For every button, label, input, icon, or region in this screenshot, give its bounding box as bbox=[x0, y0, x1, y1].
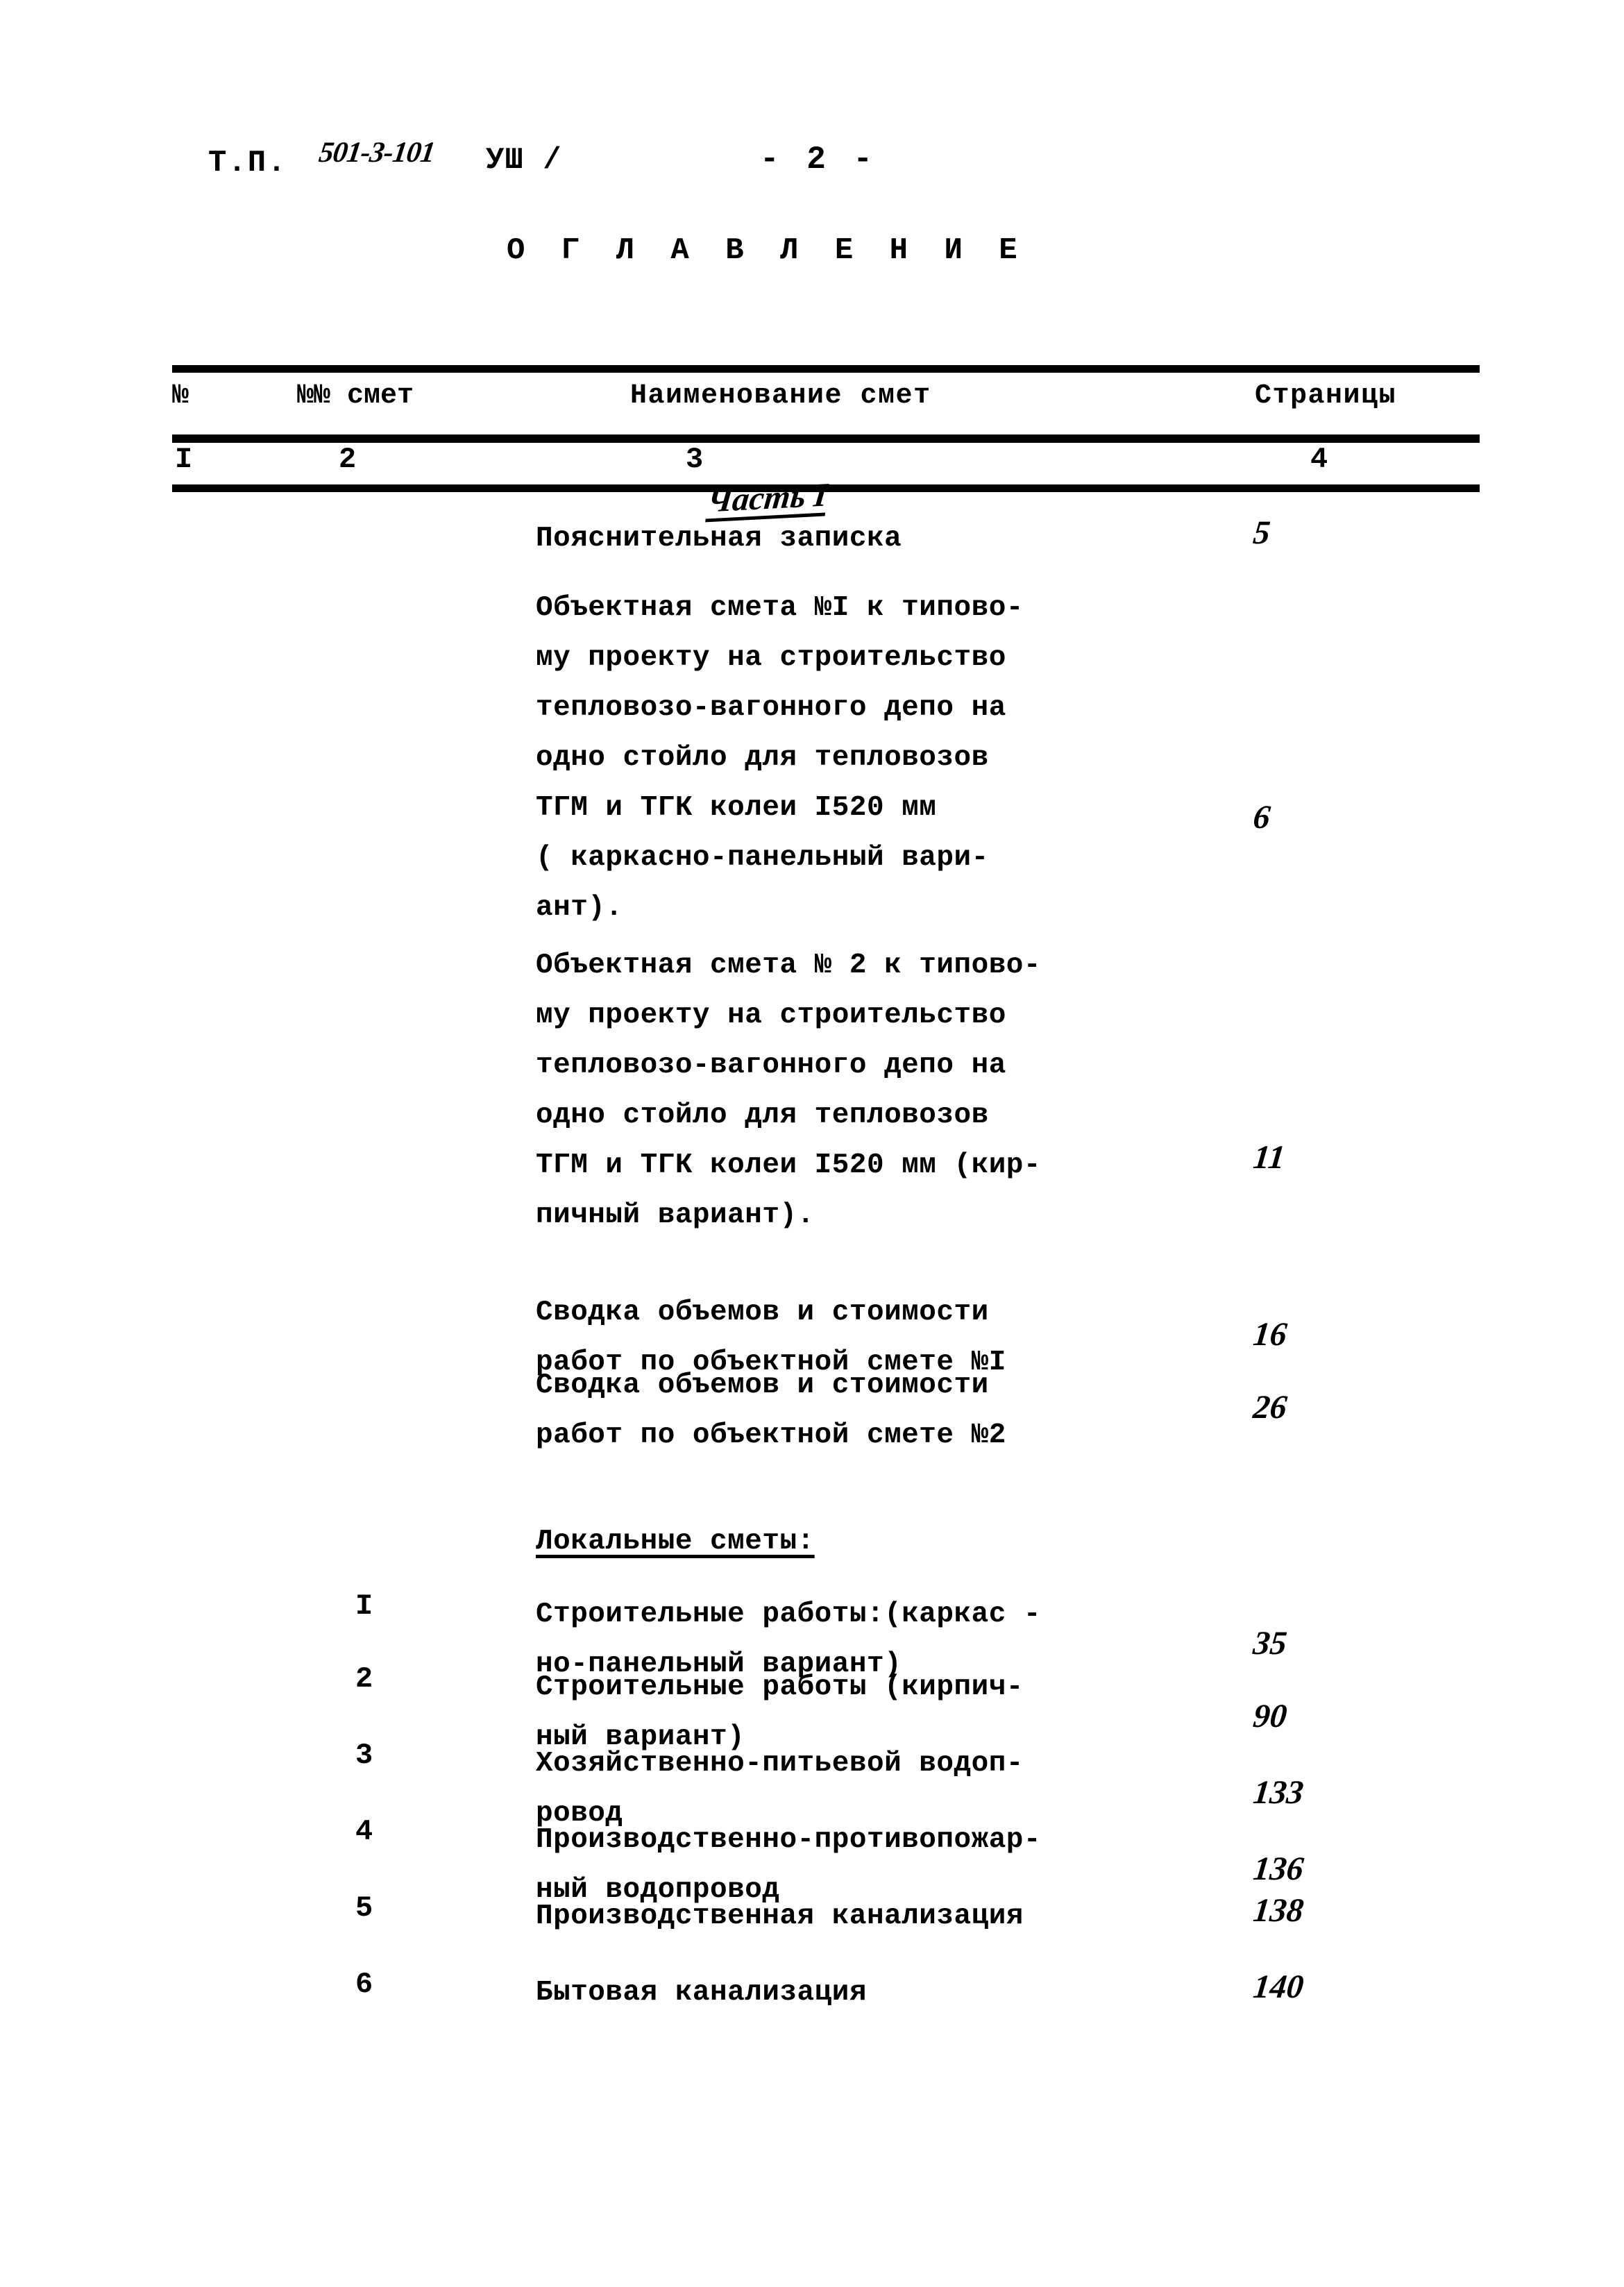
page-title: О Г Л А В Л Е Н И Е bbox=[507, 233, 1026, 268]
entry-number: 4 bbox=[355, 1815, 373, 1848]
column-header-index: № bbox=[172, 380, 189, 412]
entry-page-number: 5 bbox=[1251, 514, 1272, 551]
entry-number: 3 bbox=[355, 1739, 373, 1772]
typical-project-label: Т.П. bbox=[208, 146, 287, 180]
entry-title: Производственная канализация bbox=[536, 1900, 1024, 1932]
column-number-3: 3 bbox=[686, 443, 704, 476]
table-header-row: № №№ смет Наименование смет Страницы bbox=[172, 380, 1480, 436]
entry-page-number: 11 bbox=[1251, 1139, 1287, 1176]
entry-number: 2 bbox=[355, 1662, 373, 1696]
entry-page-number: 26 bbox=[1251, 1389, 1289, 1426]
entry-title: Объектная смета №I к типово- му проекту … bbox=[536, 592, 1024, 924]
entry-title: Бытовая канализация bbox=[536, 1977, 867, 2009]
page-number-marker: - 2 - bbox=[760, 142, 877, 178]
document-page: Т.П. 501-3-101 УШ / - 2 - О Г Л А В Л Е … bbox=[0, 0, 1624, 2287]
typical-project-code: 501-3-101 bbox=[316, 137, 437, 169]
column-header-estimate-numbers: №№ смет bbox=[297, 380, 414, 412]
entry-page-number: 16 bbox=[1251, 1316, 1289, 1353]
entry-number: 6 bbox=[355, 1968, 373, 2001]
entry-page-number: 133 bbox=[1251, 1774, 1305, 1811]
column-number-2: 2 bbox=[339, 443, 357, 476]
entry-page-number: 90 bbox=[1251, 1698, 1289, 1735]
table-rule-top bbox=[172, 365, 1480, 373]
entry-title: Объектная смета № 2 к типово- му проекту… bbox=[536, 950, 1042, 1231]
column-header-pages: Страницы bbox=[1255, 380, 1397, 412]
entry-page-number: 35 bbox=[1251, 1625, 1289, 1662]
entry-page-number: 6 bbox=[1251, 799, 1272, 836]
typical-project-part: УШ / bbox=[486, 143, 562, 178]
handwritten-part-annotation: Часть I bbox=[705, 476, 829, 520]
entry-title: Пояснительная записка bbox=[536, 523, 902, 555]
entry-page-number: 138 bbox=[1251, 1892, 1305, 1929]
column-number-4: 4 bbox=[1310, 443, 1328, 476]
entry-page-number: 136 bbox=[1251, 1850, 1305, 1887]
entry-page-number: 140 bbox=[1251, 1968, 1305, 2005]
entry-title: Сводка объемов и стоимости работ по объе… bbox=[536, 1369, 1006, 1451]
entry-number: I bbox=[355, 1589, 373, 1623]
entry-number: 5 bbox=[355, 1891, 373, 1925]
column-header-estimate-name: Наименование смет bbox=[630, 380, 931, 412]
entry-title: Локальные сметы: bbox=[536, 1526, 815, 1558]
column-number-1: I bbox=[175, 443, 193, 476]
document-header: Т.П. 501-3-101 УШ / - 2 - bbox=[208, 136, 1457, 185]
